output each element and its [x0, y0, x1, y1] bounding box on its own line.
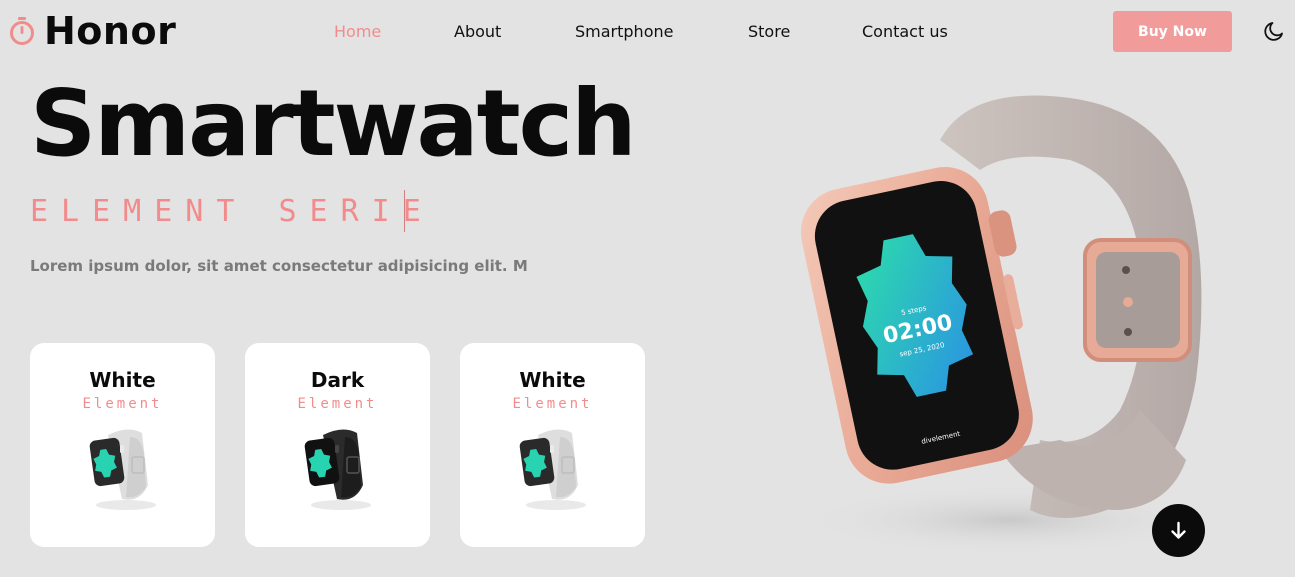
white-watch-image — [89, 429, 156, 510]
hero-title: Smartwatch — [30, 70, 637, 177]
buy-now-button[interactable]: Buy Now — [1113, 11, 1232, 52]
card-subtitle: Element — [512, 396, 593, 412]
dark-watch-image — [304, 429, 371, 510]
arrow-down-icon — [1171, 521, 1186, 539]
nav-store[interactable]: Store — [748, 21, 790, 43]
moon-icon[interactable] — [1262, 19, 1286, 43]
card-title: Dark — [310, 368, 365, 392]
card-subtitle: Element — [82, 396, 163, 412]
card-subtitle: Element — [297, 396, 378, 412]
nav-smartphone[interactable]: Smartphone — [575, 21, 673, 43]
header: Honor Home About Smartphone Store Contac… — [0, 0, 1295, 64]
hero-subtitle: ELEMENT SERIE — [30, 194, 434, 229]
white-watch-image — [519, 429, 586, 510]
hero-description: Lorem ipsum dolor, sit amet consectetur … — [30, 257, 528, 275]
nav-contact[interactable]: Contact us — [862, 21, 948, 43]
product-card-white[interactable]: White Element — [30, 343, 215, 547]
logo[interactable]: Honor — [8, 9, 176, 53]
card-title: White — [519, 368, 586, 392]
nav-home[interactable]: Home — [334, 21, 381, 43]
brand-name: Honor — [44, 9, 177, 53]
typing-caret — [404, 190, 405, 232]
hero-watch-image: 02:00 5 steps sep 25, 2020 divelement — [800, 95, 1220, 556]
stopwatch-icon — [10, 17, 34, 45]
card-title: White — [89, 368, 156, 392]
scroll-down-button[interactable] — [1152, 504, 1205, 557]
nav-about[interactable]: About — [454, 21, 501, 43]
product-card-dark[interactable]: Dark Element — [245, 343, 430, 547]
product-card-white-2[interactable]: White Element — [460, 343, 645, 547]
